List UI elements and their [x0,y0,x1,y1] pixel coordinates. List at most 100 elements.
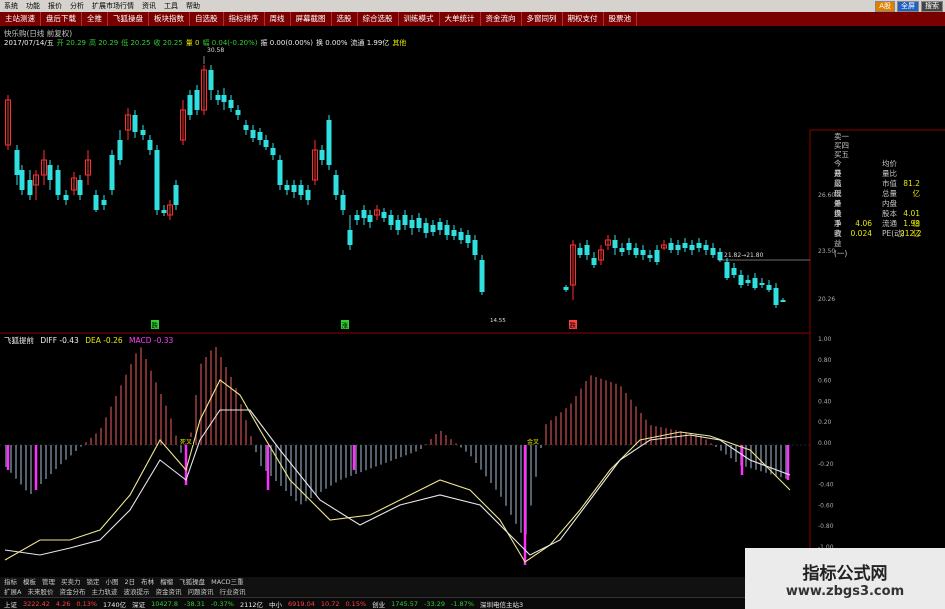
candle-body [367,215,373,222]
info-v: 0.024 [850,229,872,238]
status-field: 10427.8 [151,599,178,608]
tab-item[interactable]: 问题资讯 [187,587,213,597]
tab-item[interactable]: 锁定 [87,577,100,587]
signal-mark: 跌 [570,321,577,330]
info-v2 [900,189,920,199]
candle-body [27,180,33,195]
candle-body [710,248,716,255]
info-v [842,179,872,189]
info-v [842,209,872,219]
tab-item[interactable]: 未来股价 [27,587,53,597]
status-field: 深证 [132,600,146,609]
candle-body [682,243,688,248]
tab-item[interactable]: 飞狐操盘 [179,577,205,587]
tab-item[interactable]: 模板 [23,577,36,587]
candle-body [731,268,737,275]
candle-body [402,215,408,225]
info-v [842,159,872,169]
info-v2: 4.01亿 [903,209,920,228]
info-k: 外盘 [834,199,842,218]
candle-body [77,180,83,195]
status-field: 0.15% [345,599,367,608]
candle-body [284,185,290,190]
macd-readout: 飞狐提前 DIFF -0.43 DEA -0.26 MACD -0.33 [4,335,177,346]
candle-body [319,150,325,160]
candle-body [577,248,583,255]
macd-axis-tick: 0.60 [818,378,832,385]
candle-body [472,240,478,255]
info-v [842,189,872,199]
candle-body [430,225,436,232]
tab-item[interactable]: 扩展A [4,587,21,597]
candle-body [250,130,256,138]
status-field: 创业 [372,600,386,609]
status-field: 10.72 [320,599,340,608]
status-field: 0.13% [76,599,98,608]
macd-axis-tick: 0.80 [818,357,832,364]
candle-body [326,120,332,165]
tab-item[interactable]: 榴榴 [160,577,173,587]
macd-axis-tick: 0.00 [818,440,832,447]
candle-body [161,210,167,213]
candle-body [388,215,394,225]
candle-body [243,125,249,130]
macd-axis-tick: 0.20 [818,419,832,426]
candle-body [409,220,415,228]
quote-info-panel: 卖一 买四 买五 今开 均价 最高 量比 最低 市值 81.2亿 现量 总量 外盘 内盘 换手 股本 4.… [812,132,945,332]
cross-label: 金叉 [527,438,539,446]
candle-body [298,185,304,195]
candle-body [479,260,485,292]
info-k2: 市值 [882,179,897,188]
tab-item[interactable]: 布林 [141,577,154,587]
macd-axis-tick: 1.00 [818,336,832,343]
candle-body [221,95,227,102]
tab-item[interactable]: 主力轨迹 [91,587,117,597]
watermark-title: 指标公式网 [802,563,888,584]
dea-line [4,379,791,563]
tab-item[interactable]: 2日 [125,577,136,587]
candle-body [277,160,283,185]
candle-body [633,248,639,255]
info-row: 最高 量比 [812,169,945,188]
tab-item[interactable]: 资金资讯 [155,587,181,597]
tab-item[interactable]: MACD三重 [211,577,243,587]
candle-body [773,288,779,305]
tab-item[interactable]: 指标 [4,577,17,587]
candle-body [612,240,618,248]
status-field: 6919.04 [287,599,315,608]
candle-body [305,190,311,200]
candle-body [724,262,730,278]
tab-item[interactable]: 资金分布 [59,587,85,597]
candle-body [291,185,297,192]
info-v2: 212.2 [900,229,922,238]
tab-item[interactable]: 波浪提示 [123,587,149,597]
tab-item[interactable]: 管理 [42,577,55,587]
range-label: 21.82→21.80 [724,252,764,259]
tab-item[interactable]: 行业资讯 [219,587,245,597]
tab-item[interactable]: 买卖力 [61,577,81,587]
indicator-name[interactable]: 飞狐提前 [4,336,34,345]
info-k: 净资 [834,219,842,238]
status-field: 4.26 [55,599,71,608]
candle-body [626,243,632,250]
macd-value: MACD -0.33 [129,336,174,345]
macd-axis-tick: -0.20 [818,461,834,468]
candle-body [109,155,115,190]
tab-item[interactable]: 小图 [106,577,119,587]
candle-body [117,140,123,160]
info-v [842,169,872,179]
candle-body [766,285,772,290]
candle-body [132,115,138,132]
candle-body [235,110,241,115]
orderbook-row: 买五 [834,150,849,159]
status-field: 3222.42 [23,599,50,608]
candle-body [14,150,20,175]
info-k: 最高 [834,169,842,188]
candle-body [675,245,681,250]
high-price-label: 30.58 [207,47,224,54]
candle-body [780,300,786,302]
candle-body [347,230,353,245]
price-and-macd-chart[interactable]: 26.6023.5020.261.000.800.600.400.200.00-… [0,0,945,609]
status-field: 深圳电信主站3 [480,600,524,609]
candle-body [101,200,107,205]
